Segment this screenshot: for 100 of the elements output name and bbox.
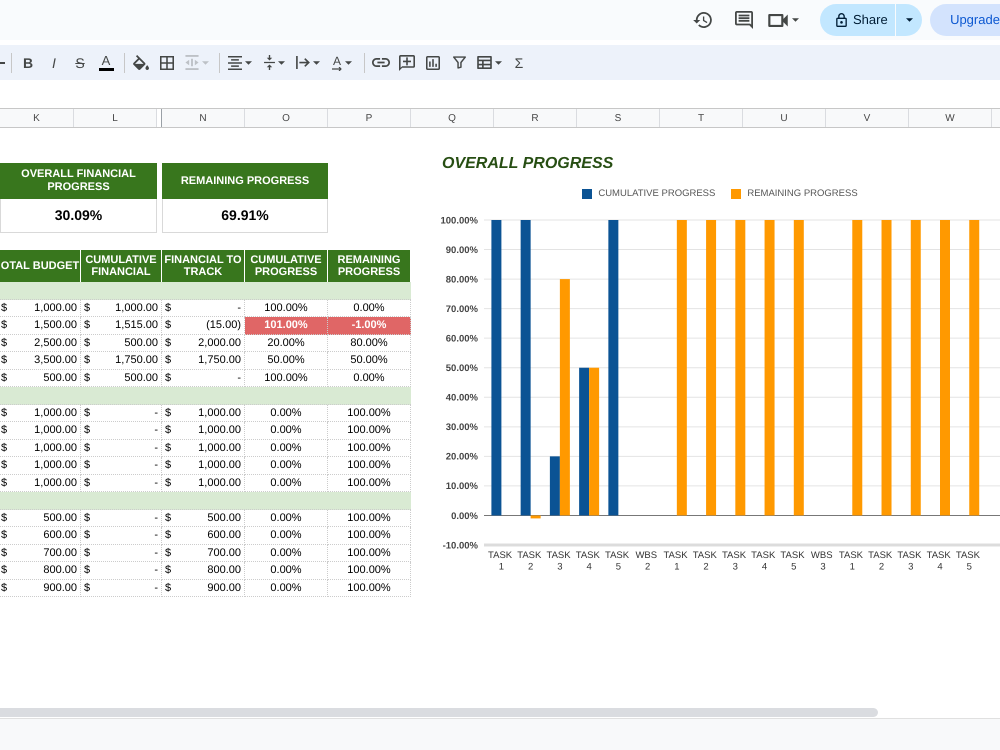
column-header[interactable]: S [577,109,660,127]
column-header[interactable]: V [826,109,909,127]
column-header[interactable]: Q [411,109,494,127]
x-axis-label: TASK 1 [488,550,512,572]
currency-symbol: $ [165,353,172,368]
amount-value: - [154,580,158,596]
currency-symbol: $ [84,318,90,333]
column-header[interactable]: T [660,109,743,127]
currency-symbol: $ [84,423,90,438]
horizontal-scrollbar-thumb[interactable] [0,708,878,717]
amount-value: - [237,370,241,386]
caret-icon [792,18,798,22]
y-axis-label: 70.00% [446,304,478,315]
column-header[interactable]: N [162,109,245,127]
amount-value: - [154,510,158,526]
card-header: REMAINING PROGRESS [162,163,328,199]
currency-symbol: $ [84,406,90,420]
table-cell: 0.00% [245,544,328,562]
currency-symbol: $ [84,528,90,543]
table-cell: 80.00% [328,334,411,352]
currency-symbol: $ [1,336,8,350]
amount-value: - [154,476,158,490]
amount-value: 1,750.00 [198,353,241,368]
x-axis-label: TASK 3 [722,550,746,572]
y-axis-label: 50.00% [446,363,478,374]
amount-value: 900.00 [207,580,241,596]
comment-plus-icon [399,54,415,70]
currency-symbol: $ [1,353,8,368]
table-header: REMAINING PROGRESS [328,250,411,282]
table-cell: 0.00% [245,510,328,527]
currency-symbol: $ [1,406,8,420]
column-header[interactable]: K [0,109,74,127]
caret-icon [494,60,502,64]
amount-value: 2,000.00 [198,336,241,350]
amount-value: - [154,406,158,420]
minus-icon [0,62,5,64]
amount-value: 600.00 [207,528,241,543]
amount-value: 700.00 [207,546,241,560]
y-axis-label: 40.00% [446,392,478,404]
functions-button[interactable]: Σ [507,50,531,74]
y-axis-label: 10.00% [446,481,478,492]
strikethrough-button[interactable]: S [68,50,92,74]
amount-value: 500.00 [124,336,158,350]
hidden-column-icon[interactable] [157,109,162,127]
amount-value: (15.00) [206,318,241,333]
amount-value: - [154,440,158,456]
history-icon [692,12,712,28]
currency-symbol: $ [165,476,172,490]
x-axis-label: TASK 2 [692,550,717,572]
amount-value: 1,500.00 [34,318,77,333]
text-color-swatch-icon [98,68,114,71]
table-cell: 100.00% [328,510,411,527]
table-cell: 101.00% [245,317,328,334]
arrow-icon [332,66,342,70]
y-axis-label: 60.00% [446,333,478,344]
x-axis-label: TASK 2 [868,550,892,572]
currency-symbol: $ [1,510,8,526]
grid-icon [160,56,174,70]
column-header[interactable]: O [245,109,328,127]
column-header[interactable]: R [494,109,577,127]
caret-icon [345,60,352,64]
amount-value: 1,000.00 [198,458,241,473]
column-header[interactable]: W [909,109,992,127]
share-button[interactable]: Share [820,4,895,36]
upgrade-button[interactable]: Upgrade [930,4,1000,36]
table-cell: 100.00% [328,527,411,544]
x-axis-label: TASK 3 [897,550,922,572]
amount-value: 1,000.00 [34,423,77,438]
column-header[interactable]: U [743,109,826,127]
table-cell: 100.00% [328,562,411,580]
amount-value: 1,515.00 [115,318,158,333]
link-icon [372,58,390,67]
currency-symbol: $ [165,440,172,456]
caret-icon [202,60,209,64]
italic-button[interactable]: I [42,50,66,74]
table-header: FINANCIAL TO TRACK [162,250,245,282]
caret-icon [313,60,320,64]
bold-button[interactable]: B [16,50,40,74]
amount-value: 1,000.00 [34,476,77,490]
align-center-icon [228,56,242,70]
column-header[interactable]: P [328,109,411,127]
amount-value: - [154,528,158,543]
text-rotation-button[interactable]: A [326,50,358,74]
x-axis-label: TASK 4 [576,550,600,572]
y-axis-label: 100.00% [440,215,478,226]
amount-value: 1,000.00 [34,458,77,473]
y-axis-label: 30.00% [446,422,478,434]
currency-symbol: $ [84,353,90,368]
amount-value: 1,000.00 [198,423,241,438]
amount-value: 1,000.00 [34,406,77,420]
y-axis-label: 0.00% [451,510,478,522]
currency-symbol: $ [84,546,90,560]
table-header: OTAL BUDGET [0,250,81,282]
currency-symbol: $ [1,423,8,438]
x-axis-label: TASK 4 [926,550,951,572]
chart-title: OVERALL PROGRESS [442,154,614,174]
table-cell: 100.00% [328,457,411,474]
x-axis-label: TASK 3 [546,550,571,572]
currency-symbol: $ [84,458,90,473]
text-color-button[interactable]: A [94,50,118,74]
